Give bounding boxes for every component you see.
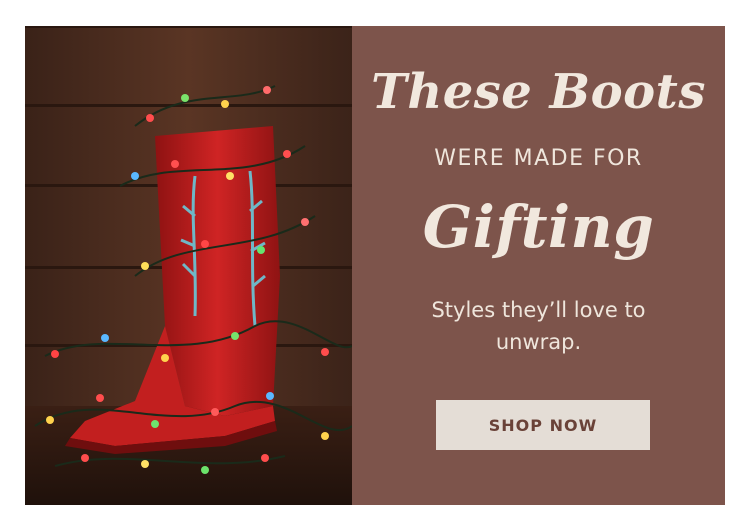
headline-these-boots: These Boots: [371, 64, 706, 120]
boot-photo: [25, 26, 352, 505]
promo-banner: These Boots WERE MADE FOR Gifting Styles…: [25, 26, 725, 505]
headline-were-made-for: WERE MADE FOR: [434, 146, 643, 171]
red-cowboy-boot-with-string-lights-icon: [25, 26, 352, 505]
shop-now-button[interactable]: SHOP NOW: [436, 400, 650, 450]
headline-gifting: Gifting: [422, 193, 655, 261]
promo-text-panel: These Boots WERE MADE FOR Gifting Styles…: [352, 26, 725, 505]
promo-subtext: Styles they’ll love to unwrap.: [431, 298, 646, 354]
